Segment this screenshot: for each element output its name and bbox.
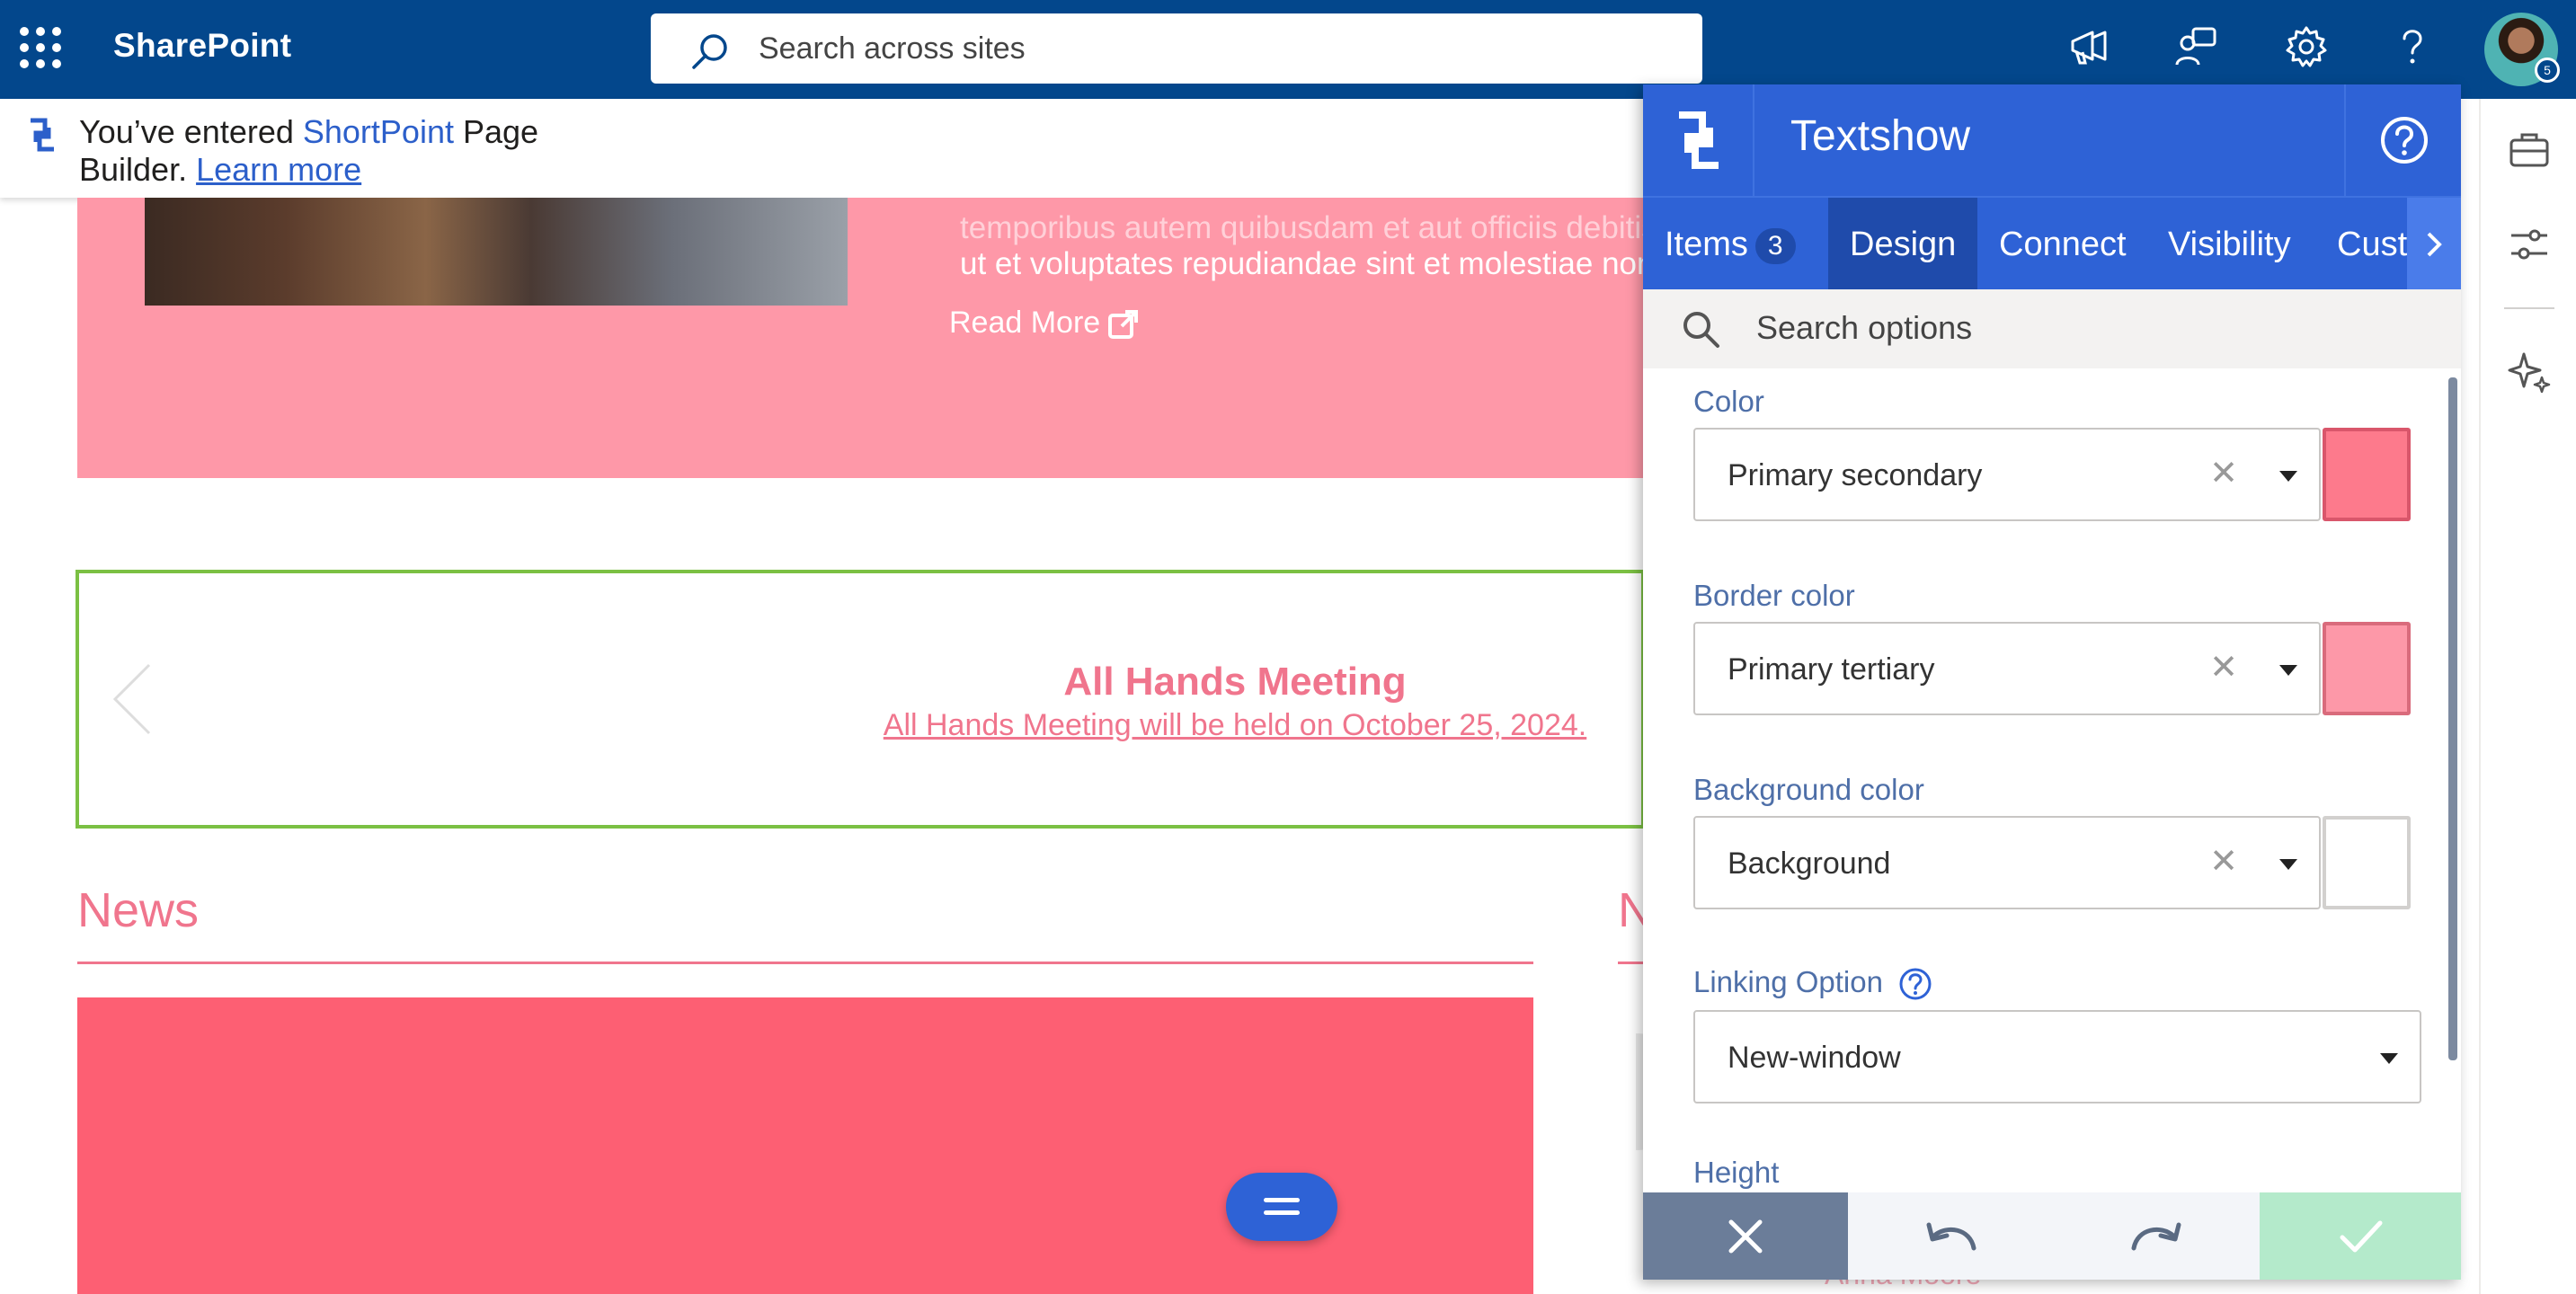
help-circle-icon [2381, 117, 2428, 164]
right-tool-rail [2479, 99, 2576, 1294]
site-search-box[interactable]: Search across sites [651, 13, 1702, 84]
items-count-badge: 3 [1754, 227, 1796, 264]
border-color-label: Border color [1693, 579, 1855, 612]
textshow-banner: All Hands Meeting All Hands Meeting will… [76, 570, 1645, 829]
close-icon [1728, 1219, 1763, 1254]
ai-sparkle-icon[interactable] [2506, 347, 2553, 394]
linking-option-label: Linking Option [1693, 965, 1933, 1002]
user-avatar[interactable]: 5 [2484, 13, 2560, 86]
news-heading: News [77, 883, 200, 937]
toolbox-briefcase-icon[interactable] [2506, 128, 2553, 174]
panel-footer [1643, 1192, 2461, 1280]
shortpoint-brand: ShortPoint [302, 113, 454, 150]
checkmark-icon [2340, 1220, 2383, 1253]
megaphone-icon[interactable] [2065, 23, 2112, 70]
undo-button[interactable] [1848, 1192, 2053, 1280]
color-label: Color [1693, 385, 1764, 418]
redo-button[interactable] [2053, 1192, 2260, 1280]
color-swatch[interactable] [2323, 428, 2411, 521]
settings-gear-icon[interactable] [2283, 23, 2330, 70]
color-select[interactable]: Primary secondary ✕ [1693, 428, 2321, 521]
external-link-icon [1108, 310, 1139, 340]
tab-design[interactable]: Design [1828, 198, 1978, 289]
panel-scrollbar[interactable] [2448, 377, 2457, 1060]
height-label: Height [1693, 1156, 1780, 1189]
search-icon [692, 34, 727, 69]
featured-article-card: temporibus autem quibusdam et aut offici… [77, 198, 1657, 478]
page-builder-notice: You’ve entered ShortPoint Page Builder. … [0, 99, 1645, 198]
linking-option-select[interactable]: New-window [1693, 1010, 2421, 1103]
cancel-button[interactable] [1643, 1192, 1848, 1280]
help-circle-icon[interactable] [1897, 966, 1933, 1002]
undo-icon [1926, 1222, 1976, 1251]
panel-header: Textshow [1643, 84, 2461, 196]
panel-tabs: Items 3 Design Connect Visibility Cust [1643, 196, 2461, 289]
dropdown-arrow-icon[interactable] [2279, 665, 2297, 676]
settings-sliders-icon[interactable] [2506, 221, 2553, 268]
article-excerpt: temporibus autem quibusdam et aut offici… [960, 210, 1657, 281]
shortpoint-logo-icon [1643, 84, 1754, 196]
tab-visibility[interactable]: Visibility [2168, 198, 2291, 289]
clear-icon[interactable]: ✕ [2209, 841, 2238, 882]
notice-text: You’ve entered ShortPoint Page Builder. … [79, 113, 539, 188]
redo-icon [2131, 1222, 2181, 1251]
app-name[interactable]: SharePoint [113, 27, 291, 65]
background-color-swatch[interactable] [2323, 816, 2411, 909]
shortpoint-logo-icon [31, 118, 54, 152]
options-search-box[interactable]: Search options [1643, 289, 2461, 368]
chevron-right-icon [2427, 232, 2442, 257]
border-color-select[interactable]: Primary tertiary ✕ [1693, 622, 2321, 715]
dropdown-arrow-icon[interactable] [2279, 859, 2297, 870]
clear-icon[interactable]: ✕ [2209, 647, 2238, 687]
dropdown-arrow-icon[interactable] [2380, 1053, 2398, 1064]
article-image [145, 198, 848, 306]
save-button[interactable] [2260, 1192, 2461, 1280]
tab-items[interactable]: Items 3 [1665, 198, 1796, 289]
help-icon[interactable] [2389, 23, 2436, 70]
clear-icon[interactable]: ✕ [2209, 453, 2238, 493]
border-color-swatch[interactable] [2323, 622, 2411, 715]
tab-connect[interactable]: Connect [1999, 198, 2127, 289]
app-launcher-icon[interactable] [20, 27, 61, 68]
dropdown-arrow-icon[interactable] [2279, 471, 2297, 482]
read-more-link[interactable]: Read More [949, 306, 1140, 341]
search-input[interactable]: Search across sites [759, 31, 1026, 66]
background-color-label: Background color [1693, 773, 1924, 806]
news-card[interactable] [77, 997, 1533, 1294]
page-builder-menu-button[interactable] [1226, 1173, 1337, 1241]
panel-title: Textshow [1790, 112, 1971, 160]
search-icon [1683, 312, 1719, 348]
background-color-select[interactable]: Background ✕ [1693, 816, 2321, 909]
feedback-icon[interactable] [2173, 23, 2220, 70]
news-divider [77, 962, 1533, 964]
learn-more-link[interactable]: Learn more [196, 151, 361, 188]
tabs-scroll-right-button[interactable] [2407, 198, 2461, 289]
panel-help-button[interactable] [2344, 84, 2461, 196]
tab-custom[interactable]: Cust [2337, 198, 2407, 289]
options-search-input[interactable]: Search options [1756, 309, 1972, 347]
news-divider-secondary [1618, 962, 1645, 964]
element-settings-panel: Textshow Items 3 Design Connect Visibilit… [1643, 84, 2461, 1280]
avatar-badge: 5 [2535, 58, 2560, 83]
rail-divider [2504, 307, 2554, 309]
